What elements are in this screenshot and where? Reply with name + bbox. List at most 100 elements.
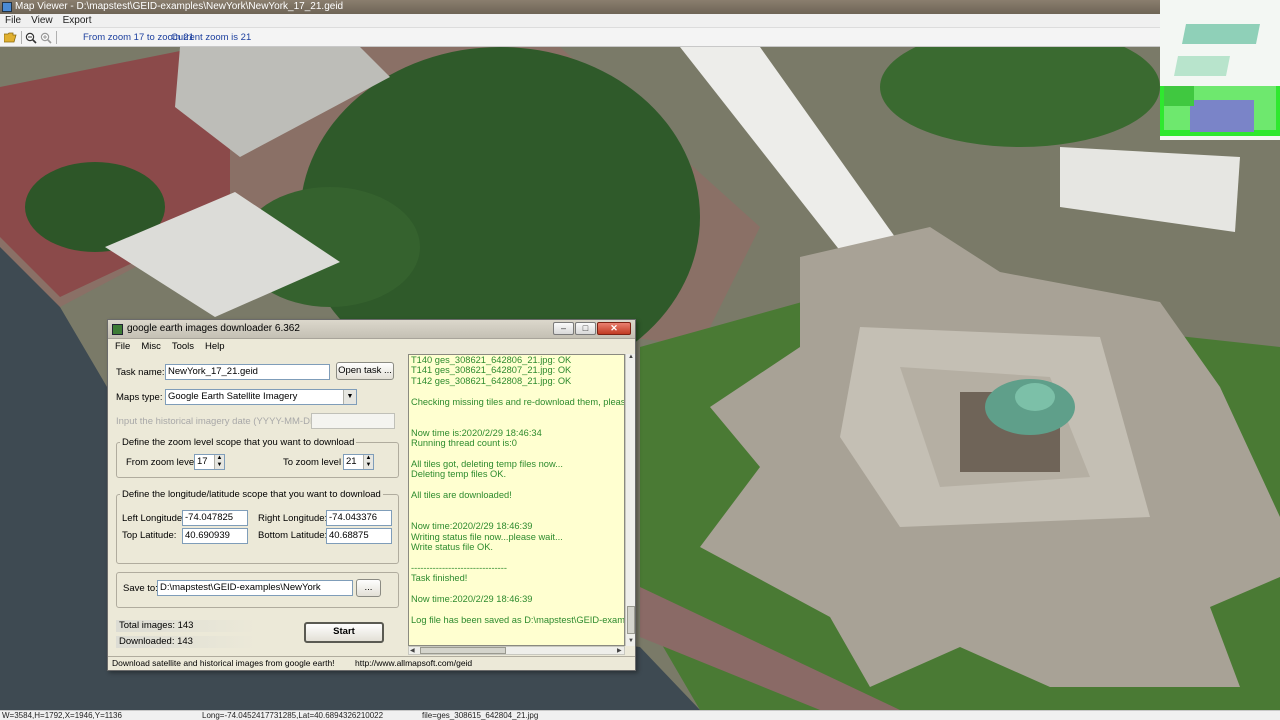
scroll-thumb[interactable] <box>420 647 506 654</box>
save-to-input[interactable]: D:\mapstest\GEID-examples\NewYork <box>157 580 353 596</box>
toolbar-separator <box>56 31 57 44</box>
log-lines: T140 ges_308621_642806_21.jpg: OK T141 ge… <box>411 355 625 625</box>
log-line: Write status file OK. <box>411 542 493 553</box>
status-message: Download satellite and historical images… <box>112 658 335 668</box>
bottom-latitude-input[interactable]: 40.68875 <box>326 528 392 544</box>
log-line: ------------------------------- <box>411 562 507 573</box>
log-line: T142 ges_308621_642808_21.jpg: OK <box>411 375 572 386</box>
to-zoom-value: 21 <box>346 456 357 467</box>
dialog-close-button[interactable]: ✕ <box>597 322 631 335</box>
dialog-titlebar[interactable]: google earth images downloader 6.362 – □… <box>108 320 635 339</box>
historical-date-label: Input the historical imagery date (YYYY-… <box>116 416 323 427</box>
start-button[interactable]: Start <box>304 622 384 643</box>
log-line: Now time is:2020/2/29 18:46:34 <box>411 427 542 438</box>
maps-type-value: Google Earth Satellite Imagery <box>168 391 298 402</box>
toolbar-separator <box>21 31 22 44</box>
log-vertical-scrollbar[interactable]: ▲ ▼ <box>625 354 635 646</box>
dialog-menu-misc[interactable]: Misc <box>137 340 165 354</box>
status-file: file=ges_308615_642804_21.jpg <box>422 711 539 720</box>
status-coordinates: Long=-74.0452417731285,Lat=40.6894326210… <box>202 711 384 720</box>
log-horizontal-scrollbar[interactable]: ◀ ▶ <box>408 646 625 655</box>
log-line: Now time:2020/2/29 18:46:39 <box>411 593 533 604</box>
current-zoom-label: Current zoom is 21 <box>171 32 252 43</box>
downloader-dialog: google earth images downloader 6.362 – □… <box>107 319 636 671</box>
log-line: Task finished! <box>411 573 468 584</box>
chevron-down-icon[interactable]: ▼ <box>343 390 356 404</box>
maps-type-select[interactable]: Google Earth Satellite Imagery ▼ <box>165 389 357 405</box>
dialog-menu-help[interactable]: Help <box>201 340 229 354</box>
globe-icon <box>112 324 123 335</box>
spinner-arrows-icon[interactable]: ▲ ▼ <box>363 455 373 469</box>
menu-view[interactable]: View <box>26 14 58 28</box>
scroll-left-icon[interactable]: ◀ <box>410 647 415 654</box>
app-icon <box>2 2 12 12</box>
open-task-button[interactable]: Open task ... <box>336 362 394 380</box>
historical-date-input[interactable] <box>311 413 395 429</box>
menu-bar: File View Export <box>0 14 1280 28</box>
scroll-up-icon[interactable]: ▲ <box>628 354 634 360</box>
zoom-in-icon[interactable] <box>38 30 53 45</box>
total-images-label: Total images: 143 <box>116 620 256 632</box>
log-line: Now time:2020/2/29 18:46:39 <box>411 521 533 532</box>
dialog-menu-file[interactable]: File <box>111 340 134 354</box>
log-line: Checking missing tiles and re-download t… <box>411 396 625 407</box>
top-latitude-label: Top Latitude: <box>122 530 177 541</box>
status-bar: W=3584,H=1792,X=1946,Y=1136 Long=-74.045… <box>0 710 1280 720</box>
website-link[interactable]: http://www.allmapsoft.com/geid <box>355 657 472 670</box>
dialog-menu-bar: File Misc Tools Help <box>108 340 635 354</box>
right-longitude-input[interactable]: -74.043376 <box>326 510 392 526</box>
log-line: All tiles got, deleting temp files now..… <box>411 458 563 469</box>
zoom-level-legend: Define the zoom level scope that you wan… <box>120 437 357 448</box>
status-dimensions: W=3584,H=1792,X=1946,Y=1136 <box>2 711 122 720</box>
scroll-thumb[interactable] <box>627 606 635 634</box>
menu-export[interactable]: Export <box>58 14 97 28</box>
downloaded-count-label: Downloaded: 143 <box>116 636 256 648</box>
dialog-status-bar: Download satellite and historical images… <box>108 656 635 670</box>
task-name-input[interactable]: NewYork_17_21.geid <box>165 364 330 380</box>
log-output[interactable]: T140 ges_308621_642806_21.jpg: OK T141 ge… <box>408 354 625 646</box>
top-latitude-input[interactable]: 40.690939 <box>182 528 248 544</box>
right-longitude-label: Right Longitude: <box>258 513 328 524</box>
bottom-latitude-label: Bottom Latitude: <box>258 530 328 541</box>
dialog-maximize-button[interactable]: □ <box>575 322 596 335</box>
log-line: Writing status file now...please wait... <box>411 531 563 542</box>
from-zoom-label: From zoom level <box>126 457 197 468</box>
to-zoom-label: To zoom level <box>283 457 342 468</box>
task-name-label: Task name: <box>116 367 165 378</box>
window-title: Map Viewer - D:\mapstest\GEID-examples\N… <box>15 1 344 12</box>
menu-file[interactable]: File <box>0 14 26 28</box>
scroll-down-icon[interactable]: ▼ <box>628 638 634 644</box>
lonlat-legend: Define the longitude/latitude scope that… <box>120 489 383 500</box>
save-to-label: Save to: <box>123 583 158 594</box>
log-line: T141 ges_308621_642807_21.jpg: OK <box>411 365 572 376</box>
to-zoom-spinner[interactable]: 21 ▲ ▼ <box>343 454 374 470</box>
open-folder-icon[interactable] <box>3 30 18 45</box>
maps-type-label: Maps type: <box>116 392 163 403</box>
from-zoom-value: 17 <box>197 456 208 467</box>
dialog-window-controls: – □ ✕ <box>553 322 631 335</box>
dialog-title: google earth images downloader 6.362 <box>127 323 300 334</box>
zoom-out-icon[interactable] <box>23 30 38 45</box>
map-viewer-titlebar[interactable]: Map Viewer - D:\mapstest\GEID-examples\N… <box>0 0 1280 14</box>
left-longitude-input[interactable]: -74.047825 <box>182 510 248 526</box>
dialog-menu-tools[interactable]: Tools <box>168 340 198 354</box>
left-longitude-label: Left Longitude: <box>122 513 185 524</box>
spinner-arrows-icon[interactable]: ▲ ▼ <box>214 455 224 469</box>
browse-button[interactable]: ... <box>356 579 381 597</box>
log-line: Running thread count is:0 <box>411 438 517 449</box>
toolbar: From zoom 17 to zoom 21 Current zoom is … <box>0 28 1280 47</box>
dialog-minimize-button[interactable]: – <box>553 322 574 335</box>
from-zoom-spinner[interactable]: 17 ▲ ▼ <box>194 454 225 470</box>
overview-minimap[interactable] <box>1160 0 1280 140</box>
log-line: Log file has been saved as D:\mapstest\G… <box>411 614 625 625</box>
scroll-right-icon[interactable]: ▶ <box>617 647 622 654</box>
